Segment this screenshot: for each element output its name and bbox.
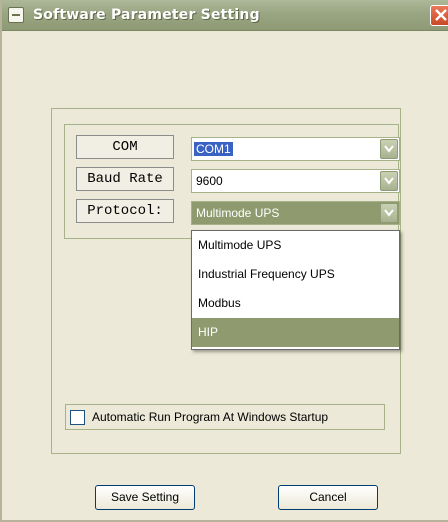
startup-checkbox[interactable] — [70, 410, 85, 425]
window-menu-icon[interactable] — [8, 7, 24, 23]
baud-rate-value: 9600 — [196, 174, 223, 188]
com-value: COM1 — [194, 142, 233, 156]
cancel-button[interactable]: Cancel — [278, 485, 378, 510]
window-title: Software Parameter Setting — [33, 7, 260, 23]
title-bar[interactable]: Software Parameter Setting — [2, 0, 448, 31]
protocol-dropdown-list: Multimode UPS Industrial Frequency UPS M… — [191, 230, 400, 350]
baud-rate-label: Baud Rate — [76, 167, 174, 191]
dropdown-option[interactable]: Modbus — [192, 289, 399, 318]
com-dropdown-button[interactable] — [380, 139, 398, 159]
startup-option: Automatic Run Program At Windows Startup — [65, 404, 385, 430]
chevron-down-icon — [384, 209, 394, 217]
chevron-down-icon — [384, 177, 394, 185]
chevron-down-icon — [384, 145, 394, 153]
com-label: COM — [76, 135, 174, 159]
close-icon — [435, 9, 447, 21]
protocol-select[interactable]: Multimode UPS — [191, 201, 400, 225]
protocol-dropdown-button[interactable] — [380, 203, 398, 223]
dropdown-option-highlighted[interactable]: HIP — [192, 318, 399, 347]
save-setting-button[interactable]: Save Setting — [95, 485, 195, 510]
com-select[interactable]: COM1 — [191, 137, 400, 161]
dropdown-option[interactable]: Industrial Frequency UPS — [192, 260, 399, 289]
dropdown-option[interactable]: Multimode UPS — [192, 231, 399, 260]
close-button[interactable] — [430, 5, 448, 26]
baud-rate-select[interactable]: 9600 — [191, 169, 400, 193]
startup-checkbox-label[interactable]: Automatic Run Program At Windows Startup — [92, 410, 328, 424]
protocol-label: Protocol: — [76, 199, 174, 223]
software-parameter-window: Software Parameter Setting COM COM1 Baud… — [0, 0, 448, 522]
protocol-value: Multimode UPS — [196, 206, 280, 220]
baud-rate-dropdown-button[interactable] — [380, 171, 398, 191]
